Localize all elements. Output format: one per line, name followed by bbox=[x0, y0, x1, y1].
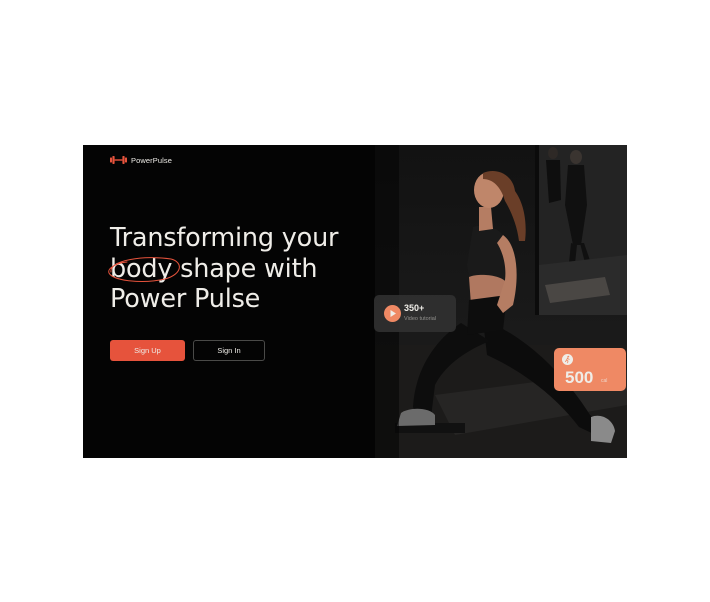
headline-highlight-word: body bbox=[110, 253, 173, 284]
sign-up-button[interactable]: Sign Up bbox=[110, 340, 185, 361]
headline-highlight: body bbox=[108, 253, 180, 285]
headline-line-2-rest: shape with bbox=[180, 253, 318, 284]
calories-value: 500 bbox=[565, 368, 594, 387]
video-label: Video tutorial bbox=[404, 316, 437, 322]
calories-badge: 500 cal bbox=[554, 348, 626, 391]
welcome-page: PowerPulse Transforming your body shape … bbox=[83, 145, 627, 458]
play-icon bbox=[384, 305, 401, 322]
headline-line-1: Transforming your bbox=[110, 223, 339, 253]
hero-headline: Transforming your body shape with Power … bbox=[108, 223, 339, 315]
video-count: 350+ bbox=[404, 303, 425, 313]
video-tutorial-badge: 350+ Video tutorial bbox=[374, 295, 456, 332]
headline-line-2: body shape with bbox=[108, 253, 338, 285]
sign-in-button[interactable]: Sign In bbox=[193, 340, 265, 361]
calories-unit: cal bbox=[601, 378, 608, 384]
running-icon bbox=[562, 354, 573, 365]
headline-line-3: Power Pulse bbox=[110, 284, 261, 314]
dumbbell-icon bbox=[110, 156, 127, 164]
brand-name: PowerPulse bbox=[131, 155, 173, 165]
logo[interactable]: PowerPulse bbox=[110, 155, 172, 165]
